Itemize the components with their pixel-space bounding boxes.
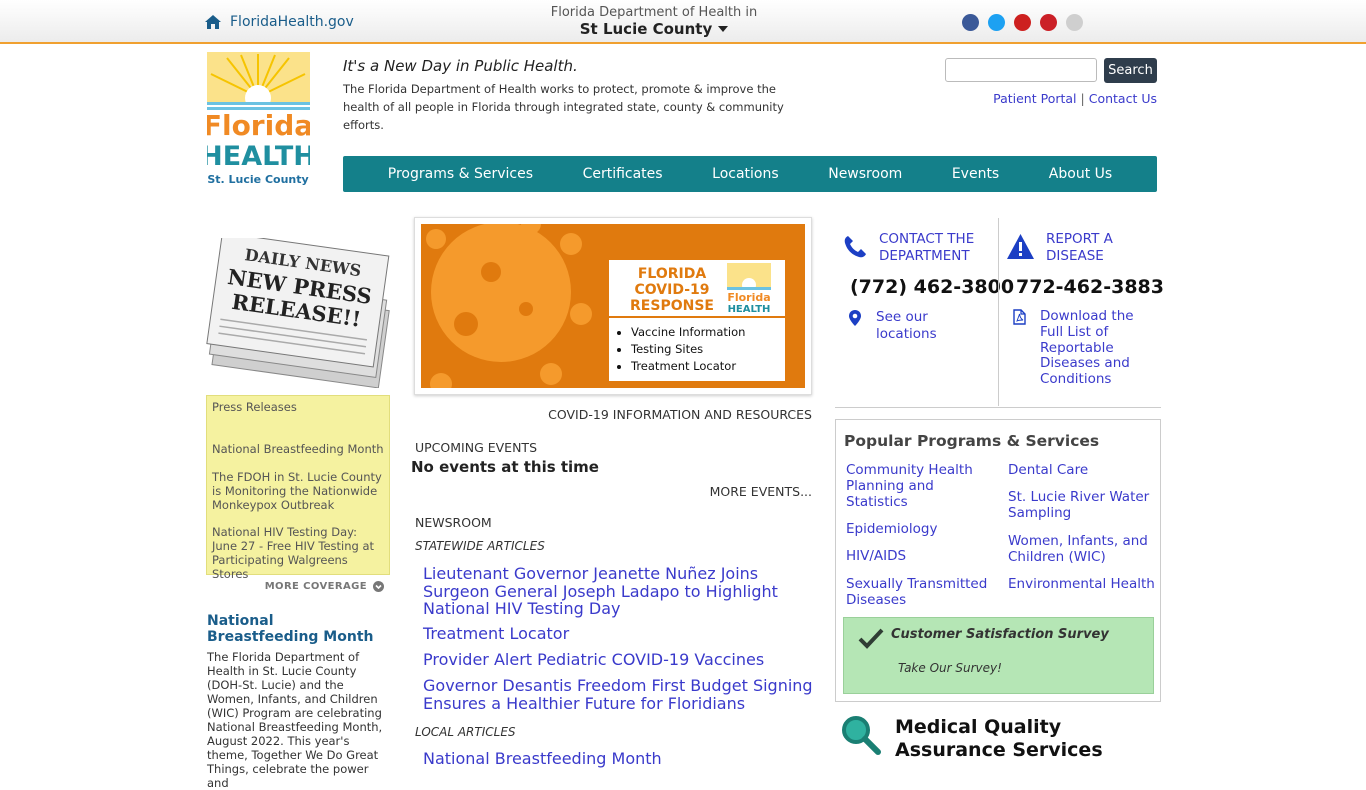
search-input[interactable] — [945, 58, 1097, 82]
press-releases-heading[interactable]: Press Releases — [207, 400, 302, 415]
search-button[interactable]: Search — [1104, 58, 1157, 83]
youtube-icon[interactable] — [1014, 14, 1031, 31]
pinterest-icon[interactable] — [1040, 14, 1057, 31]
county-label: St Lucie County — [579, 20, 713, 38]
main-nav: Programs & Services Certificates Locatio… — [343, 156, 1157, 192]
warning-icon — [1007, 234, 1034, 259]
svg-text:HEALTH: HEALTH — [207, 141, 310, 172]
covid-caption-link[interactable]: COVID-19 INFORMATION AND RESOURCES — [414, 407, 812, 422]
feature-title[interactable]: National Breastfeeding Month — [207, 613, 387, 645]
utility-links: Patient Portal | Contact Us — [990, 91, 1157, 106]
press-item[interactable]: National HIV Testing Day: June 27 - Free… — [207, 525, 389, 581]
article-link[interactable]: National Breastfeeding Month — [423, 750, 813, 768]
florida-health-logo[interactable]: Florida HEALTH St. Lucie County — [207, 52, 310, 188]
nav-locations[interactable]: Locations — [712, 166, 779, 182]
more-coverage-label: MORE COVERAGE — [264, 581, 367, 592]
section-divider — [835, 407, 1161, 408]
twitter-icon[interactable] — [988, 14, 1005, 31]
nav-events[interactable]: Events — [952, 166, 999, 182]
article-link[interactable]: Treatment Locator — [423, 625, 813, 643]
contact-us-link[interactable]: Contact Us — [1089, 91, 1157, 106]
home-link-label: FloridaHealth.gov — [230, 14, 354, 30]
checkmark-icon — [858, 628, 884, 649]
covid-banner-list: Vaccine Information Testing Sites Treatm… — [631, 324, 745, 375]
chevron-down-circle-icon — [373, 581, 384, 592]
upcoming-events-label: UPCOMING EVENTS — [415, 440, 538, 455]
survey-link[interactable]: Take Our Survey! — [898, 661, 1002, 675]
facebook-icon[interactable] — [962, 14, 979, 31]
covid-banner-title: FLORIDA COVID-19 RESPONSE — [630, 266, 714, 314]
reportable-diseases-link[interactable]: Download the Full List of Reportable Dis… — [1040, 308, 1150, 388]
program-link[interactable]: Dental Care — [1008, 462, 1156, 478]
daily-news-image[interactable]: DAILY NEWS NEW PRESS RELEASE!! — [206, 238, 390, 388]
caret-down-icon — [718, 26, 729, 32]
contact-department-link[interactable]: CONTACT THE DEPARTMENT — [879, 231, 989, 265]
nav-newsroom[interactable]: Newsroom — [828, 166, 902, 182]
survey-title: Customer Satisfaction Survey — [891, 627, 1109, 642]
nav-programs-services[interactable]: Programs & Services — [388, 166, 533, 182]
press-item[interactable]: The FDOH in St. Lucie County is Monitori… — [207, 470, 389, 512]
dept-line1: Florida Department of Health in — [550, 5, 758, 20]
svg-text:Florida: Florida — [207, 109, 310, 142]
florida-health-mini-logo: Florida HEALTH — [727, 263, 771, 313]
column-divider — [998, 218, 999, 406]
customer-survey-box[interactable]: Customer Satisfaction Survey Take Our Su… — [843, 617, 1154, 694]
covid-list-item: Vaccine Information — [631, 324, 745, 341]
feature-body: The Florida Department of Health in St. … — [207, 650, 383, 790]
covid-list-item: Treatment Locator — [631, 358, 745, 375]
report-disease-link[interactable]: REPORT A DISEASE — [1046, 231, 1146, 265]
no-events-text: No events at this time — [411, 458, 599, 476]
covid-list-item: Testing Sites — [631, 341, 745, 358]
press-item[interactable]: National Breastfeeding Month — [207, 442, 389, 456]
county-name[interactable]: St Lucie County — [540, 20, 768, 38]
nav-certificates[interactable]: Certificates — [583, 166, 663, 182]
article-link[interactable]: Lieutenant Governor Jeanette Nuñez Joins… — [423, 565, 813, 618]
covid-banner[interactable]: FLORIDA COVID-19 RESPONSE Florida HEALTH… — [414, 217, 812, 395]
county-selector[interactable]: Florida Department of Health in St Lucie… — [540, 5, 768, 38]
mission-statement: The Florida Department of Health works t… — [343, 82, 784, 132]
phone-icon — [844, 236, 866, 258]
newsroom-label: NEWSROOM — [415, 515, 492, 530]
link-separator: | — [1080, 91, 1085, 106]
article-link[interactable]: Governor Desantis Freedom First Budget S… — [423, 677, 813, 712]
more-coverage-link[interactable]: MORE COVERAGE — [206, 581, 384, 592]
program-link[interactable]: Sexually Transmitted Diseases — [846, 576, 996, 608]
map-marker-icon — [849, 310, 861, 326]
press-releases-box: Press Releases National Breastfeeding Mo… — [206, 395, 390, 581]
article-link[interactable]: Provider Alert Pediatric COVID-19 Vaccin… — [423, 651, 813, 669]
program-link[interactable]: St. Lucie River Water Sampling — [1008, 489, 1156, 521]
top-bar: FloridaHealth.gov Florida Department of … — [0, 0, 1366, 44]
popular-programs-box: Popular Programs & Services Community He… — [835, 419, 1161, 702]
program-link[interactable]: Community Health Planning and Statistics — [846, 462, 986, 510]
program-link[interactable]: HIV/AIDS — [846, 548, 986, 564]
pdf-file-icon — [1013, 309, 1026, 325]
patient-portal-link[interactable]: Patient Portal — [993, 91, 1076, 106]
social-links — [962, 14, 1083, 31]
statewide-articles-label: STATEWIDE ARTICLES — [415, 539, 545, 553]
contact-phone: (772) 462-3800 — [850, 276, 1015, 298]
program-link[interactable]: Epidemiology — [846, 521, 986, 537]
program-link[interactable]: Women, Infants, and Children (WIC) — [1008, 533, 1156, 565]
covid-info-card: FLORIDA COVID-19 RESPONSE Florida HEALTH… — [609, 260, 785, 381]
home-link[interactable]: FloridaHealth.gov — [205, 14, 354, 30]
flickr-icon[interactable] — [1066, 14, 1083, 31]
report-phone: 772-462-3883 — [1016, 276, 1164, 298]
tagline: It's a New Day in Public Health. — [343, 57, 578, 75]
more-events-link[interactable]: MORE EVENTS... — [414, 484, 812, 499]
local-articles-label: LOCAL ARTICLES — [415, 725, 516, 739]
home-icon — [205, 15, 221, 29]
popular-programs-title: Popular Programs & Services — [844, 432, 1100, 450]
svg-text:HEALTH: HEALTH — [728, 304, 771, 313]
nav-about-us[interactable]: About Us — [1049, 166, 1112, 182]
locations-link[interactable]: See our locations — [876, 309, 956, 343]
svg-text:St. Lucie County: St. Lucie County — [207, 173, 308, 186]
mqa-services-link[interactable]: Medical Quality Assurance Services — [895, 716, 1165, 762]
program-link[interactable]: Environmental Health — [1008, 576, 1156, 592]
magnifier-icon — [842, 716, 881, 755]
svg-text:Florida: Florida — [727, 291, 770, 304]
